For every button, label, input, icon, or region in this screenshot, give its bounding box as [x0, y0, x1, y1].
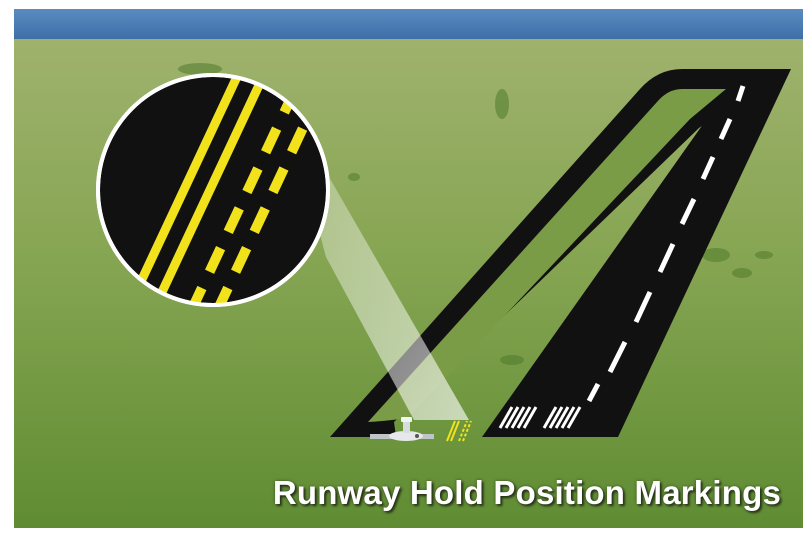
airfield-illustration: [14, 9, 803, 528]
airfield-scene: Runway Hold Position Markings: [14, 9, 803, 528]
diagram-caption: Runway Hold Position Markings: [272, 474, 781, 511]
sky-band: [14, 9, 803, 39]
diagram-frame: Runway Hold Position Markings: [0, 0, 812, 546]
